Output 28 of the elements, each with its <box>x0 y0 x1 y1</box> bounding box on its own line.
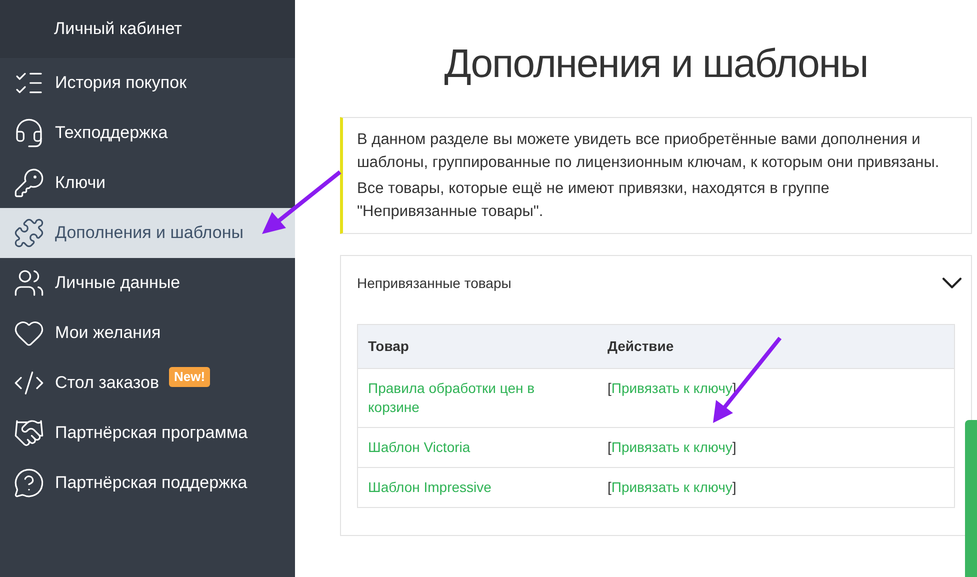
question-bubble-icon <box>13 467 45 499</box>
bracket: [ <box>608 479 612 495</box>
sidebar-item[interactable]: Стол заказов New! <box>0 358 295 408</box>
info-text: В данном разделе вы можете увидеть все приобретённые вами дополнения и шаблоны, группированные по лицензионным ключам, к которым они привязаны. <box>357 130 940 173</box>
sidebar-item[interactable]: Техподдержка <box>0 108 295 158</box>
page-title: Дополнения и шаблоны <box>443 41 869 88</box>
bracket: [ <box>608 439 612 455</box>
key-icon <box>13 167 45 199</box>
bracket: [ <box>608 380 612 396</box>
sidebar-title: Личный кабинет <box>54 18 182 40</box>
handshake-icon <box>13 417 45 449</box>
bracket: ] <box>732 439 736 455</box>
sidebar-item[interactable]: Партнёрская поддержка <box>0 458 295 508</box>
sidebar-item[interactable]: Мои желания <box>0 308 295 358</box>
sidebar-item[interactable]: Дополнения и шаблоны <box>0 208 295 258</box>
column-header: Действие <box>598 324 954 368</box>
sidebar-item[interactable]: Личные данные <box>0 258 295 308</box>
headset-icon <box>13 117 45 149</box>
people-icon <box>13 267 45 299</box>
sidebar-item[interactable]: Партнёрская программа <box>0 408 295 458</box>
puzzle-icon <box>13 217 45 249</box>
group-title: Непривязанные товары <box>357 274 512 293</box>
sidebar-item[interactable]: История покупок <box>0 58 295 108</box>
info-text: Все товары, которые ещё не имеют привязки, находятся в группе "Непривязанные товары". <box>357 179 830 222</box>
new-badge: New! <box>169 367 210 387</box>
sidebar-item[interactable]: Ключи <box>0 158 295 208</box>
bracket: ] <box>732 479 736 495</box>
column-header: Товар <box>358 324 598 368</box>
